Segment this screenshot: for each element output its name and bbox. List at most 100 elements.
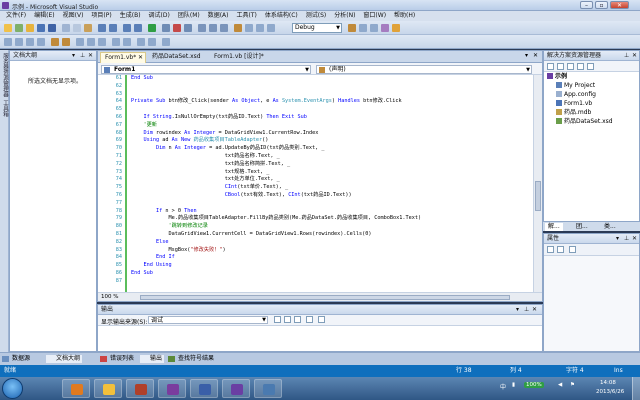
tab-form1-code[interactable]: Form1.vb* ✕ bbox=[100, 52, 146, 63]
clock-time[interactable]: 14:08 bbox=[600, 380, 616, 386]
restart-icon[interactable] bbox=[184, 24, 192, 32]
close-icon[interactable]: ✕ bbox=[88, 51, 93, 61]
menu-team[interactable]: 团队(M) bbox=[174, 11, 204, 21]
tree-item-database[interactable]: 药品.mdb bbox=[544, 108, 639, 117]
code-line[interactable]: DataGridView1.CurrentCell = DataGridView… bbox=[131, 231, 531, 239]
horizontal-scrollbar[interactable]: 100 % bbox=[98, 292, 542, 301]
step-into-icon[interactable] bbox=[198, 24, 206, 32]
chevron-down-icon[interactable]: ▾ bbox=[525, 52, 528, 59]
menu-debug[interactable]: 调试(D) bbox=[145, 11, 174, 21]
code-line[interactable] bbox=[131, 200, 531, 208]
taskbar-app-button[interactable] bbox=[126, 379, 154, 398]
find-message-icon[interactable] bbox=[274, 316, 281, 323]
code-line[interactable] bbox=[131, 106, 531, 114]
code-lines[interactable]: End Sub Private Sub btn修改_Click(sender As… bbox=[131, 75, 531, 286]
menu-edit[interactable]: 编辑(E) bbox=[30, 11, 58, 21]
taskbar-app-button[interactable] bbox=[62, 379, 90, 398]
menu-help[interactable]: 帮助(H) bbox=[390, 11, 419, 21]
tab-order-icon[interactable] bbox=[162, 38, 170, 46]
align-left-icon[interactable] bbox=[15, 38, 23, 46]
menu-file[interactable]: 文件(F) bbox=[2, 11, 30, 21]
code-line[interactable]: txt药品名称简拼.Text, _ bbox=[131, 161, 531, 169]
paste-icon[interactable] bbox=[84, 24, 92, 32]
start-button[interactable] bbox=[2, 378, 23, 399]
code-line[interactable]: Dim n As Integer = ad.UpdateBy药品ID(txt药品… bbox=[131, 145, 531, 153]
close-icon[interactable]: ✕ bbox=[138, 53, 143, 63]
find-icon[interactable] bbox=[234, 24, 242, 32]
properties-window-icon[interactable] bbox=[370, 24, 378, 32]
zoom-level[interactable]: 100 % bbox=[101, 294, 118, 300]
start-debugging-icon[interactable] bbox=[148, 24, 156, 32]
menu-view[interactable]: 视图(V) bbox=[59, 11, 88, 21]
code-line[interactable]: CInt(txt单价.Text), _ bbox=[131, 184, 531, 192]
tab-dataset-xsd[interactable]: 药品DataSet.xsd bbox=[148, 52, 208, 63]
clear-all-icon[interactable] bbox=[306, 316, 313, 323]
pin-icon[interactable]: ⊥ bbox=[624, 234, 629, 244]
categorized-icon[interactable] bbox=[547, 246, 554, 253]
uncomment-icon[interactable] bbox=[267, 24, 275, 32]
solution-explorer-icon[interactable] bbox=[359, 24, 367, 32]
menu-architecture[interactable]: 体系结构(C) bbox=[261, 11, 302, 21]
copy-icon[interactable] bbox=[73, 24, 81, 32]
view-designer-icon[interactable] bbox=[587, 63, 594, 70]
show-desktop-button[interactable] bbox=[632, 377, 640, 400]
align-center-icon[interactable] bbox=[26, 38, 34, 46]
tree-item-form1[interactable]: Form1.vb bbox=[544, 99, 639, 108]
cut-icon[interactable] bbox=[62, 24, 70, 32]
horizontal-spacing-icon[interactable] bbox=[112, 38, 120, 46]
vertical-spacing-icon[interactable] bbox=[123, 38, 131, 46]
chevron-down-icon[interactable]: ▾ bbox=[72, 51, 75, 61]
properties-icon[interactable] bbox=[547, 63, 554, 70]
center-horizontally-icon[interactable] bbox=[137, 38, 145, 46]
code-line[interactable]: If String.IsNullOrEmpty(txt药品ID.Text) Th… bbox=[131, 114, 531, 122]
battery-percent[interactable]: 100% bbox=[524, 382, 544, 388]
solution-config-select[interactable]: Debug ▼ bbox=[292, 23, 342, 33]
code-line[interactable]: Private Sub btn修改_Click(sender As Object… bbox=[131, 98, 531, 106]
menu-project[interactable]: 项目(P) bbox=[87, 11, 115, 21]
tab-solution[interactable]: 解... bbox=[545, 223, 563, 231]
menu-build[interactable]: 生成(B) bbox=[116, 11, 145, 21]
maximize-button[interactable]: ▫ bbox=[595, 1, 608, 9]
taskbar-app-button[interactable] bbox=[254, 379, 282, 398]
align-right-icon[interactable] bbox=[37, 38, 45, 46]
navigate-forward-icon[interactable] bbox=[134, 24, 142, 32]
code-line[interactable]: Using ad As New 药品收集项目TableAdapter() bbox=[131, 137, 531, 145]
save-all-icon[interactable] bbox=[48, 24, 56, 32]
pause-icon[interactable] bbox=[162, 24, 170, 32]
close-icon[interactable]: ✕ bbox=[632, 51, 637, 61]
member-select[interactable]: (声明) ▼ bbox=[316, 65, 532, 74]
tab-class[interactable]: 类... bbox=[601, 223, 619, 231]
pin-icon[interactable]: ⊥ bbox=[524, 305, 529, 315]
step-over-icon[interactable] bbox=[209, 24, 217, 32]
scrollbar-thumb[interactable] bbox=[535, 181, 541, 211]
tab-error-list[interactable]: 错误列表 bbox=[100, 355, 136, 363]
open-file-icon[interactable] bbox=[26, 24, 34, 32]
close-icon[interactable]: ✕ bbox=[632, 234, 637, 244]
bring-to-front-icon[interactable] bbox=[51, 38, 59, 46]
toolbox-tab[interactable]: 工具箱 bbox=[1, 100, 9, 117]
scrollbar-thumb[interactable] bbox=[140, 295, 510, 300]
code-line[interactable]: MsgBox("修改失败！") bbox=[131, 247, 531, 255]
tree-item-dataset[interactable]: 药品DataSet.xsd bbox=[544, 117, 639, 126]
same-size-icon[interactable] bbox=[98, 38, 106, 46]
step-out-icon[interactable] bbox=[220, 24, 228, 32]
view-code-icon[interactable] bbox=[577, 63, 584, 70]
vertical-scrollbar[interactable] bbox=[533, 75, 542, 293]
show-all-files-icon[interactable] bbox=[557, 63, 564, 70]
save-icon[interactable] bbox=[37, 24, 45, 32]
navigate-back-icon[interactable] bbox=[123, 24, 131, 32]
tree-item-app-config[interactable]: App.config bbox=[544, 90, 639, 99]
menu-data[interactable]: 数据(A) bbox=[204, 11, 233, 21]
code-line[interactable]: txt药品名称.Text, _ bbox=[131, 153, 531, 161]
comment-icon[interactable] bbox=[256, 24, 264, 32]
tab-find-symbol-results[interactable]: 查找符号结果 bbox=[168, 355, 216, 363]
code-area[interactable]: 61 62 63 64 65 66 67 68 69 70 71 72 73 74 75 76 77 78 79 80… bbox=[98, 75, 534, 293]
center-vertically-icon[interactable] bbox=[148, 38, 156, 46]
tab-form1-design[interactable]: Form1.vb [设计]* bbox=[210, 52, 270, 63]
code-line[interactable]: End If bbox=[131, 254, 531, 262]
tab-data-sources[interactable]: 数据源 bbox=[2, 355, 32, 363]
code-line[interactable]: Else bbox=[131, 239, 531, 247]
network-icon[interactable]: ▮ bbox=[512, 382, 515, 388]
code-line[interactable]: End Sub bbox=[131, 270, 531, 278]
bookmark-icon[interactable] bbox=[245, 24, 253, 32]
